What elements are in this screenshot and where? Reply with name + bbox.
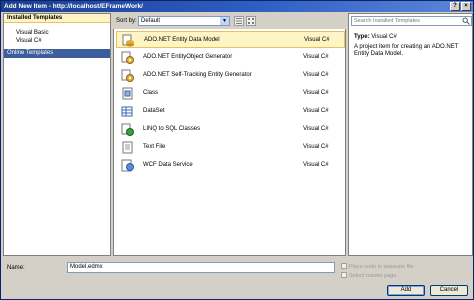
template-list: ADO.NET Entity Data Model Visual C# ADO.… bbox=[114, 30, 345, 255]
search-placeholder: Search Installed Templates bbox=[354, 18, 420, 24]
template-item-entity-data-model[interactable]: ADO.NET Entity Data Model Visual C# bbox=[116, 31, 345, 48]
add-button[interactable]: Add bbox=[387, 285, 425, 296]
dataset-icon bbox=[121, 106, 133, 117]
template-language: Visual C# bbox=[303, 144, 329, 150]
class-icon bbox=[122, 87, 133, 100]
template-item-self-tracking-generator[interactable]: ADO.NET Self-Tracking Entity Generator V… bbox=[116, 67, 345, 84]
sort-by-dropdown[interactable]: Default ▼ bbox=[138, 16, 230, 26]
type-row: Type: Visual C# bbox=[354, 34, 397, 41]
close-button[interactable]: × bbox=[461, 2, 471, 11]
template-item-entityobject-generator[interactable]: ADO.NET EntityObject Generator Visual C# bbox=[116, 49, 345, 66]
generator-icon bbox=[121, 69, 134, 82]
checkbox-box bbox=[341, 272, 347, 278]
template-name: Text File bbox=[143, 144, 166, 150]
template-item-linq-to-sql[interactable]: LINQ to SQL Classes Visual C# bbox=[116, 121, 345, 138]
separate-file-checkbox: Place code in separate file bbox=[341, 263, 414, 271]
template-language: Visual C# bbox=[304, 37, 330, 43]
template-name: ADO.NET EntityObject Generator bbox=[143, 54, 233, 60]
master-page-checkbox: Select master page bbox=[341, 272, 396, 280]
template-language: Visual C# bbox=[303, 72, 329, 78]
grid-view-icon bbox=[248, 18, 254, 24]
title-bar: Add New Item - http://localhost/EFrameWo… bbox=[1, 1, 473, 12]
template-language: Visual C# bbox=[303, 54, 329, 60]
wcf-icon bbox=[121, 159, 134, 172]
search-icon[interactable] bbox=[462, 17, 470, 25]
template-name: Class bbox=[143, 90, 159, 96]
template-description: A project item for creating an ADO.NET E… bbox=[354, 44, 459, 57]
type-value: Visual C# bbox=[371, 34, 397, 40]
template-name: ADO.NET Self-Tracking Entity Generator bbox=[143, 72, 252, 78]
window-title: Add New Item - http://localhost/EFrameWo… bbox=[4, 3, 143, 10]
name-field[interactable]: Model.edmx bbox=[67, 262, 335, 273]
template-name: DataSet bbox=[143, 108, 165, 114]
online-templates-node[interactable]: Online Templates bbox=[4, 49, 110, 58]
name-label: Name: bbox=[7, 265, 25, 271]
checkbox-label: Place code in separate file bbox=[349, 264, 414, 270]
checkbox-box bbox=[341, 263, 347, 269]
template-language: Visual C# bbox=[303, 126, 329, 132]
text-file-icon bbox=[122, 141, 133, 154]
checkbox-label: Select master page bbox=[349, 273, 397, 279]
type-label: Type: bbox=[354, 34, 370, 40]
search-input[interactable]: Search Installed Templates bbox=[351, 16, 472, 26]
template-name: WCF Data Service bbox=[143, 162, 193, 168]
template-item-dataset[interactable]: DataSet Visual C# bbox=[116, 103, 345, 120]
tree-item-visual-csharp[interactable]: Visual C# bbox=[4, 37, 110, 45]
sort-by-label: Sort by: bbox=[116, 18, 137, 24]
template-name: LINQ to SQL Classes bbox=[143, 126, 201, 132]
list-view-button[interactable] bbox=[234, 16, 244, 26]
template-item-class[interactable]: Class Visual C# bbox=[116, 85, 345, 102]
list-toolbar: Sort by: Default ▼ bbox=[113, 13, 346, 29]
details-panel: Search Installed Templates Type: Visual … bbox=[348, 13, 473, 256]
linq-icon bbox=[121, 123, 134, 136]
template-language: Visual C# bbox=[303, 90, 329, 96]
template-name: ADO.NET Entity Data Model bbox=[144, 37, 220, 43]
template-language: Visual C# bbox=[303, 108, 329, 114]
list-view-icon bbox=[236, 18, 242, 24]
help-button[interactable]: ? bbox=[450, 2, 460, 11]
template-item-text-file[interactable]: Text File Visual C# bbox=[116, 139, 345, 156]
cancel-button[interactable]: Cancel bbox=[430, 285, 468, 296]
generator-icon bbox=[121, 51, 134, 64]
sort-by-value: Default bbox=[141, 18, 161, 24]
add-new-item-dialog: Add New Item - http://localhost/EFrameWo… bbox=[0, 0, 474, 300]
template-item-wcf-data-service[interactable]: WCF Data Service Visual C# bbox=[116, 157, 345, 174]
tree-item-visual-basic[interactable]: Visual Basic bbox=[4, 29, 110, 37]
small-icons-view-button[interactable] bbox=[246, 16, 256, 26]
installed-templates-node[interactable]: Installed Templates bbox=[4, 14, 110, 23]
entity-model-icon bbox=[122, 34, 134, 47]
templates-tree-panel: Installed Templates Visual Basic Visual … bbox=[3, 13, 111, 256]
chevron-down-icon: ▼ bbox=[220, 17, 229, 25]
template-language: Visual C# bbox=[303, 162, 329, 168]
bottom-bar: Name: Model.edmx Place code in separate … bbox=[1, 257, 473, 299]
